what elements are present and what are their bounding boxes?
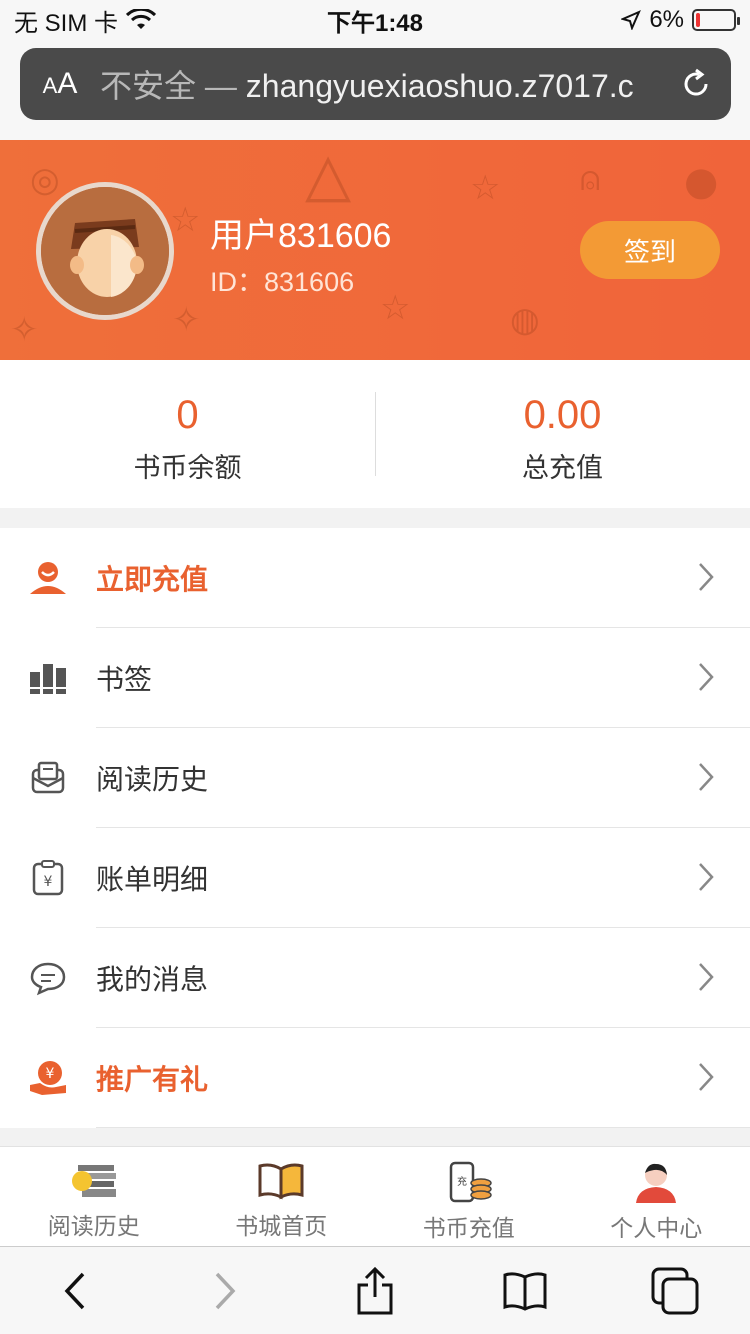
url-host: zhangyuexiaoshuo.z7017.c (245, 68, 634, 104)
star-decoration-icon: ✧ (172, 301, 201, 339)
moon-decoration-icon: ◍ (510, 301, 540, 339)
battery-percent: 6% (649, 6, 684, 33)
reload-icon (684, 68, 708, 96)
tab-label: 阅读历史 (47, 1213, 140, 1239)
ufo-decoration-icon: ⍝ (580, 160, 601, 198)
back-button[interactable] (45, 1261, 105, 1321)
tabs-icon (651, 1267, 699, 1314)
chevron-right-icon (699, 563, 714, 591)
menu-list: 立即充值 书签 阅读历史 ¥ 账单明细 我的消息 ¥ 推广有礼 (0, 528, 750, 1128)
share-icon (357, 1266, 393, 1314)
phone-coins-icon: 充 (449, 1161, 492, 1203)
bottom-tab-bar: 阅读历史 书城首页 充 书币充值 个人中心 (0, 1146, 750, 1246)
account-stats: 0 书币余额 0.00 总充值 (0, 360, 750, 508)
balance-stat[interactable]: 0 书币余额 (0, 360, 375, 508)
url-text[interactable]: 不安全 — zhangyuexiaoshuo.z7017.c (100, 61, 661, 107)
bookmarks-button[interactable] (495, 1261, 555, 1321)
chevron-right-icon (699, 863, 714, 891)
menu-item-label: 立即充值 (96, 564, 209, 595)
menu-item-label: 书签 (96, 664, 153, 695)
reload-button[interactable] (661, 67, 731, 101)
avatar-face-icon (41, 187, 169, 315)
browser-toolbar (0, 1246, 750, 1334)
browser-address-area: AA 不安全 — zhangyuexiaoshuo.z7017.c (0, 40, 750, 140)
open-book-icon (258, 1163, 304, 1200)
address-bar[interactable]: AA 不安全 — zhangyuexiaoshuo.z7017.c (20, 48, 731, 120)
share-button[interactable] (345, 1261, 405, 1321)
tab-label: 个人中心 (610, 1215, 703, 1241)
chevron-right-icon (215, 1272, 236, 1309)
bookmark-bars-icon (30, 664, 66, 694)
total-recharge-stat[interactable]: 0.00 总充值 (375, 360, 750, 508)
menu-item-referral[interactable]: ¥ 推广有礼 (0, 1028, 750, 1128)
user-id: ID：831606 (210, 267, 355, 297)
svg-text:充: 充 (457, 1175, 467, 1188)
user-avatar-icon (636, 1163, 677, 1203)
svg-text:¥: ¥ (46, 1066, 55, 1082)
carrier-label: 无 SIM 卡 (14, 9, 119, 37)
location-arrow-icon (621, 10, 642, 30)
chevron-right-icon (699, 1063, 714, 1091)
menu-item-bill-detail[interactable]: ¥ 账单明细 (0, 828, 750, 928)
chat-icon (30, 962, 66, 996)
planet-decoration-icon: ● (680, 141, 723, 219)
menu-item-recharge[interactable]: 立即充值 (0, 528, 750, 628)
tab-bookstore-home[interactable]: 书城首页 (188, 1147, 376, 1246)
book-icon (503, 1271, 547, 1311)
total-recharge-label: 总充值 (522, 453, 603, 483)
chevron-right-icon (699, 763, 714, 791)
menu-item-label: 账单明细 (96, 864, 209, 895)
chevron-right-icon (699, 963, 714, 991)
tab-reading-history[interactable]: 阅读历史 (0, 1147, 188, 1246)
triangle-eye-decoration-icon: △ (305, 141, 352, 208)
tab-coin-recharge[interactable]: 充 书币充值 (375, 1147, 563, 1246)
forward-button[interactable] (195, 1261, 255, 1321)
books-stack-icon (71, 1165, 116, 1197)
menu-item-bookmark[interactable]: 书签 (0, 628, 750, 728)
tab-label: 书币充值 (422, 1215, 515, 1241)
svg-text:¥: ¥ (44, 874, 53, 890)
menu-item-reading-history[interactable]: 阅读历史 (0, 728, 750, 828)
signin-button[interactable]: 签到 (580, 221, 720, 279)
menu-item-label: 阅读历史 (96, 764, 209, 795)
star-decoration-icon: ☆ (470, 169, 501, 207)
menu-item-messages[interactable]: 我的消息 (0, 928, 750, 1028)
status-bar: 无 SIM 卡 下午1:48 6% (0, 0, 750, 40)
balance-label: 书币余额 (133, 453, 242, 483)
wifi-icon (126, 9, 157, 29)
bill-icon: ¥ (32, 860, 64, 896)
tab-personal-center[interactable]: 个人中心 (563, 1147, 750, 1246)
total-recharge-value: 0.00 (523, 393, 602, 437)
person-icon (30, 562, 66, 594)
stats-divider (375, 392, 376, 476)
planet-decoration-icon: ◎ (30, 161, 60, 199)
balance-value: 0 (176, 393, 199, 437)
menu-item-label: 我的消息 (96, 964, 209, 995)
tab-label: 书城首页 (235, 1213, 328, 1239)
reader-view-button[interactable]: AA (20, 67, 100, 101)
profile-header: ◎ △ ☆ ☆ ☆ ✧ ✧ ◍ ⍝ ● 用户831606 ID：831606 签… (0, 140, 750, 360)
menu-item-label: 推广有礼 (96, 1064, 209, 1095)
tabs-button[interactable] (645, 1261, 705, 1321)
chevron-left-icon (64, 1272, 85, 1309)
battery-icon (692, 9, 740, 31)
star-decoration-icon: ☆ (170, 201, 201, 239)
insecure-label: 不安全 (100, 68, 197, 104)
star-decoration-icon: ✧ (10, 311, 39, 349)
page: 无 SIM 卡 下午1:48 6% AA 不安全 — zhangyuexiaos… (0, 0, 750, 1334)
chevron-right-icon (699, 663, 714, 691)
star-decoration-icon: ☆ (380, 289, 411, 327)
envelope-icon (31, 761, 65, 794)
avatar[interactable] (36, 182, 174, 320)
username: 用户831606 (210, 217, 392, 255)
gift-hand-icon: ¥ (30, 1061, 66, 1095)
